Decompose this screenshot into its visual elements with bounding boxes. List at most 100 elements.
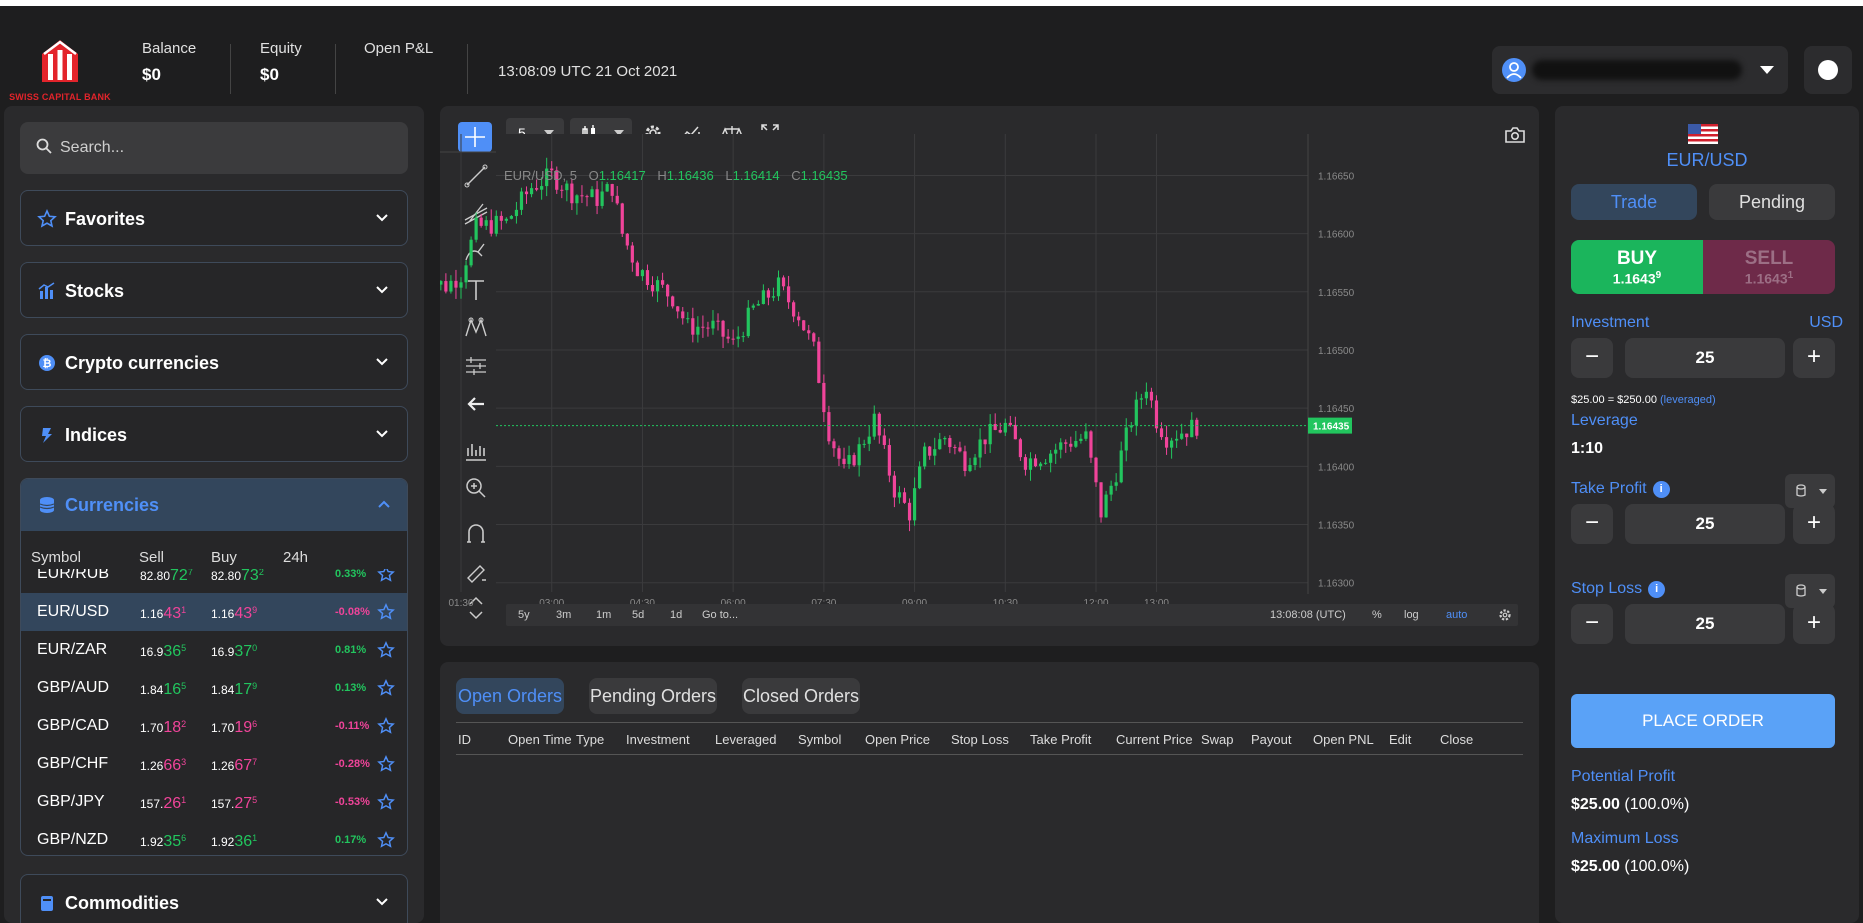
- auto-scale-toggle[interactable]: auto: [1446, 609, 1467, 621]
- row-buy-price[interactable]: 1.84179: [211, 681, 257, 699]
- currency-row[interactable]: GBP/JPY 157.261 157.275 -0.53%: [21, 783, 407, 821]
- category-label: Indices: [65, 425, 128, 445]
- currency-row[interactable]: EUR/ZAR 16.9365 16.9370 0.81%: [21, 631, 407, 669]
- candle-body: [741, 336, 745, 338]
- row-sell-price[interactable]: 157.261: [140, 795, 186, 813]
- investment-input[interactable]: 25: [1625, 338, 1785, 378]
- orders-column-header[interactable]: Type: [576, 732, 604, 747]
- tab-pending[interactable]: Pending: [1709, 184, 1835, 220]
- candle-body: [1139, 398, 1143, 400]
- stop-loss-increase-button[interactable]: +: [1793, 604, 1835, 644]
- info-icon[interactable]: i: [1652, 481, 1670, 498]
- buy-button[interactable]: BUY 1.16439: [1571, 240, 1703, 294]
- row-sell-price[interactable]: 1.26663: [140, 757, 186, 775]
- currency-row[interactable]: GBP/CHF 1.26663 1.26677 -0.28%: [21, 745, 407, 783]
- tab-open-orders[interactable]: Open Orders: [456, 678, 564, 714]
- log-scale-toggle[interactable]: log: [1404, 609, 1419, 621]
- row-buy-price[interactable]: 16.9370: [211, 643, 257, 661]
- row-sell-price[interactable]: 16.9365: [140, 643, 186, 661]
- take-profit-decrease-button[interactable]: −: [1571, 504, 1613, 544]
- orders-column-header[interactable]: Current Price: [1116, 732, 1193, 747]
- investment-increase-button[interactable]: +: [1793, 338, 1835, 378]
- caret-down-icon[interactable]: [1760, 66, 1774, 74]
- category-crypto[interactable]: ₿ Crypto currencies: [20, 334, 408, 390]
- favorite-star-icon[interactable]: [377, 641, 395, 659]
- currency-row[interactable]: GBP/NZD 1.92356 1.92361 0.17%: [21, 821, 407, 855]
- take-profit-increase-button[interactable]: +: [1793, 504, 1835, 544]
- percent-scale-toggle[interactable]: %: [1372, 609, 1382, 621]
- orders-column-header[interactable]: Investment: [626, 732, 690, 747]
- favorite-star-icon[interactable]: [377, 679, 395, 697]
- status-toggle-button[interactable]: [1804, 46, 1852, 94]
- brand-logo[interactable]: SWISS CAPITAL BANK: [4, 34, 116, 106]
- row-buy-price[interactable]: 1.26677: [211, 757, 257, 775]
- price-chart[interactable]: 1.16650 1.16600 1.16550 1.16500 1.16450 1.164…: [440, 106, 1539, 646]
- tab-closed-orders[interactable]: Closed Orders: [742, 678, 860, 714]
- orders-column-header[interactable]: Payout: [1251, 732, 1291, 747]
- stop-loss-mode-select[interactable]: [1785, 574, 1835, 608]
- candle-body: [514, 209, 519, 217]
- range-1m[interactable]: 1m: [596, 609, 611, 621]
- category-currencies[interactable]: Currencies: [21, 479, 407, 531]
- chevron-down-icon: [376, 358, 388, 366]
- sell-button[interactable]: SELL 1.16431: [1703, 240, 1835, 294]
- category-indices[interactable]: Indices: [20, 406, 408, 462]
- orders-column-header[interactable]: Open Time: [508, 732, 572, 747]
- favorite-star-icon[interactable]: [377, 717, 395, 735]
- currency-row[interactable]: GBP/CAD 1.70182 1.70196 -0.11%: [21, 707, 407, 745]
- info-icon[interactable]: i: [1648, 581, 1666, 598]
- account-menu[interactable]: [1492, 46, 1788, 94]
- category-commodities[interactable]: Commodities: [20, 874, 408, 923]
- row-buy-price[interactable]: 82.80732: [211, 569, 264, 585]
- category-favorites[interactable]: Favorites: [20, 190, 408, 246]
- currency-row[interactable]: EUR/USD 1.16431 1.16439 -0.08%: [21, 593, 407, 631]
- range-1d[interactable]: 1d: [670, 609, 682, 621]
- favorite-star-icon[interactable]: [377, 755, 395, 773]
- search-input[interactable]: [60, 134, 390, 162]
- row-sell-price[interactable]: 82.80727: [140, 569, 193, 585]
- row-sell-price[interactable]: 1.92356: [140, 833, 186, 851]
- category-stocks[interactable]: Stocks: [20, 262, 408, 318]
- chart-settings-icon[interactable]: [1498, 608, 1512, 622]
- orders-column-header[interactable]: Edit: [1389, 732, 1411, 747]
- orders-column-header[interactable]: Leveraged: [715, 732, 776, 747]
- stop-loss-input[interactable]: 25: [1625, 604, 1785, 644]
- candle-body: [1134, 399, 1138, 426]
- row-buy-price[interactable]: 1.92361: [211, 833, 257, 851]
- orders-column-header[interactable]: Take Profit: [1030, 732, 1091, 747]
- row-sell-price[interactable]: 1.16431: [140, 605, 186, 623]
- place-order-button[interactable]: PLACE ORDER: [1571, 694, 1835, 748]
- investment-decrease-button[interactable]: −: [1571, 338, 1613, 378]
- favorite-star-icon[interactable]: [377, 831, 395, 849]
- take-profit-mode-select[interactable]: [1785, 474, 1835, 508]
- tab-trade[interactable]: Trade: [1571, 184, 1697, 220]
- goto-date-button[interactable]: Go to...: [702, 609, 738, 621]
- row-buy-price[interactable]: 1.70196: [211, 719, 257, 737]
- range-5d[interactable]: 5d: [632, 609, 644, 621]
- candle-body: [529, 188, 534, 195]
- range-3m[interactable]: 3m: [556, 609, 571, 621]
- orders-column-header[interactable]: ID: [458, 732, 471, 747]
- stop-loss-decrease-button[interactable]: −: [1571, 604, 1613, 644]
- orders-column-header[interactable]: Open Price: [865, 732, 930, 747]
- tab-pending-orders[interactable]: Pending Orders: [589, 678, 717, 714]
- row-sell-price[interactable]: 1.70182: [140, 719, 186, 737]
- search-box[interactable]: [20, 122, 408, 174]
- favorite-star-icon[interactable]: [377, 603, 395, 621]
- orders-column-header[interactable]: Symbol: [798, 732, 841, 747]
- row-buy-price[interactable]: 1.16439: [211, 605, 257, 623]
- orders-column-header[interactable]: Swap: [1201, 732, 1234, 747]
- orders-column-header[interactable]: Stop Loss: [951, 732, 1009, 747]
- currency-row[interactable]: EUR/RUB 82.80727 82.80732 0.33%: [21, 569, 407, 593]
- candle-body: [610, 184, 614, 196]
- range-5y[interactable]: 5y: [518, 609, 530, 621]
- favorite-star-icon[interactable]: [377, 569, 395, 583]
- take-profit-input[interactable]: 25: [1625, 504, 1785, 544]
- orders-column-header[interactable]: Open PNL: [1313, 732, 1374, 747]
- orders-column-header[interactable]: Close: [1440, 732, 1473, 747]
- row-buy-price[interactable]: 157.275: [211, 795, 257, 813]
- favorite-star-icon[interactable]: [377, 793, 395, 811]
- currency-row[interactable]: GBP/AUD 1.84165 1.84179 0.13%: [21, 669, 407, 707]
- row-sell-price[interactable]: 1.84165: [140, 681, 186, 699]
- candle-body: [509, 216, 513, 219]
